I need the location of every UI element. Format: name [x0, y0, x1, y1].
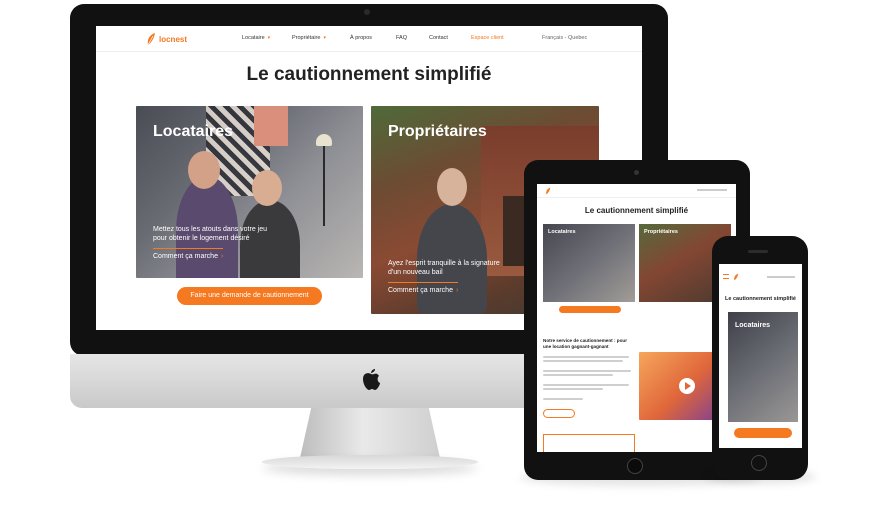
tablet-request-bond-button[interactable]	[559, 306, 621, 313]
chevron-down-icon: ▾	[267, 35, 271, 41]
imac-stand-neck	[300, 408, 440, 458]
tablet-page-title: Le cautionnement simplifié	[584, 206, 689, 215]
phone-screen: Le cautionnement simplifié Locataires	[719, 264, 802, 448]
nav-client-space-link[interactable]: Espace client	[471, 35, 504, 41]
leaf-logo-icon	[147, 33, 155, 46]
language-selector[interactable]: Français - Quebec	[542, 35, 587, 41]
tablet-paragraph-line	[543, 360, 623, 362]
lamp-image	[316, 134, 332, 146]
hamburger-menu-icon[interactable]	[723, 274, 729, 279]
chevron-down-icon: ▾	[323, 35, 326, 41]
tenants-card-description-line2: pour obtenir le logement désiré	[153, 235, 250, 242]
man-head-photo	[188, 151, 220, 189]
tablet-camera	[634, 170, 639, 175]
tablet-screen: Le cautionnement simplifié Locataires Pr…	[537, 184, 736, 452]
nav-item-label: Propriétaire	[292, 35, 321, 41]
tablet-paragraph-line	[543, 370, 631, 372]
apple-logo-icon	[363, 369, 380, 390]
tablet-paragraph-line	[543, 398, 583, 400]
tablet-owners-card-title: Propriétaires	[644, 229, 678, 235]
tablet-navbar	[537, 184, 736, 198]
tablet-tenants-card-title: Locataires	[548, 229, 576, 235]
nav-item-label: Locataire	[242, 35, 265, 41]
chevron-right-icon: ›	[220, 253, 224, 260]
owners-card-description-line2: d'un nouveau bail	[388, 269, 443, 276]
tablet-section-title-line2: une location gagnant-gagnant	[543, 344, 609, 349]
nav-item-locataire[interactable]: Locataire ▾	[242, 35, 270, 41]
imac-camera	[364, 9, 370, 15]
tablet-learn-more-button[interactable]	[543, 409, 575, 418]
tenants-card[interactable]: Locataires Mettez tous les atouts dans v…	[136, 106, 363, 278]
leaf-logo-icon	[546, 187, 551, 195]
tenants-how-it-works-link[interactable]: Comment ça marche ›	[153, 253, 223, 260]
navbar: locnest Locataire ▾ Propriétaire ▾ À propo…	[96, 26, 642, 52]
tablet-tenants-card[interactable]: Locataires	[543, 224, 635, 302]
brand-logo[interactable]: locnest	[146, 32, 187, 46]
decorative-panel	[254, 106, 288, 146]
tablet-paragraph-line	[543, 374, 613, 376]
tenants-card-divider	[153, 248, 223, 249]
phone-page-title: Le cautionnement simplifié	[725, 296, 796, 302]
link-label: Comment ça marche	[153, 253, 218, 260]
tablet-paragraph-line	[543, 388, 603, 390]
owner-head-photo	[437, 168, 467, 206]
nav-item-faq[interactable]: FAQ	[396, 35, 407, 41]
owners-how-it-works-link[interactable]: Comment ça marche ›	[388, 287, 458, 294]
phone-request-bond-button[interactable]	[734, 428, 792, 438]
phone-speaker	[748, 250, 768, 253]
leaf-logo-icon	[734, 273, 739, 281]
tablet-form-box	[543, 434, 635, 452]
nav-item-contact[interactable]: Contact	[429, 35, 448, 41]
owners-card-divider	[388, 282, 458, 283]
woman-head-photo	[252, 170, 282, 206]
request-bond-button[interactable]: Faire une demande de cautionnement	[177, 287, 322, 305]
phone-home-button	[751, 455, 767, 471]
imac-stand-foot	[262, 455, 478, 469]
phone-tenants-card[interactable]: Locataires	[728, 312, 798, 422]
page-title: Le cautionnement simplifié	[246, 64, 492, 85]
link-label: Comment ça marche	[388, 287, 453, 294]
owners-card-description-line1: Ayez l'esprit tranquille à la signature	[388, 260, 500, 267]
lamp-pole-image	[323, 146, 325, 226]
play-icon[interactable]	[679, 378, 695, 394]
tenants-card-title: Locataires	[153, 123, 234, 140]
nav-item-a-propos[interactable]: À propos	[350, 35, 372, 41]
tenants-card-description-line1: Mettez tous les atouts dans votre jeu	[153, 226, 268, 233]
brand-name: locnest	[159, 34, 188, 44]
tablet-paragraph-line	[543, 356, 629, 358]
phone-language-selector[interactable]	[767, 276, 795, 278]
chevron-right-icon: ›	[455, 287, 459, 294]
tablet-paragraph-line	[543, 384, 629, 386]
nav-item-proprietaire[interactable]: Propriétaire ▾	[292, 35, 326, 41]
phone-tenants-card-title: Locataires	[735, 322, 771, 329]
owners-card-title: Propriétaires	[388, 123, 487, 140]
tablet-home-button	[627, 458, 643, 474]
tablet-language-selector[interactable]	[697, 189, 727, 191]
devices-mockup: locnest Locataire ▾ Propriétaire ▾ À propo…	[0, 0, 880, 520]
